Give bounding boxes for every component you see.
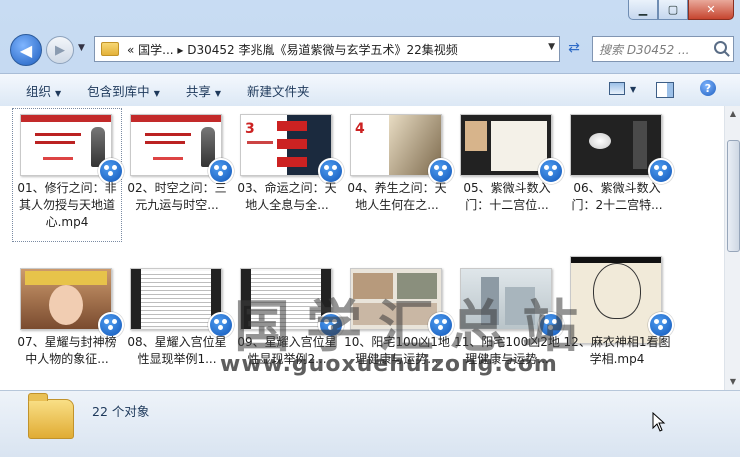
back-arrow-icon: ◀ — [19, 40, 33, 60]
watermark-url: www.guoxuehuizong.com — [220, 352, 558, 377]
file-item[interactable]: 3 03、命运之问：天地人全息与全... — [232, 108, 344, 242]
refresh-button[interactable]: ⇄ — [562, 36, 586, 60]
file-item[interactable]: 07、星耀与封神榜中人物的象征... — [12, 262, 124, 390]
organize-label: 组织 — [26, 83, 52, 99]
change-view-icon[interactable] — [609, 82, 625, 95]
file-name: 02、时空之问：三元九运与时空... — [127, 181, 227, 212]
folder-icon — [28, 393, 74, 439]
search-box[interactable]: 搜索 D30452 ... — [592, 36, 734, 62]
include-library-menu[interactable]: 包含到库中 ▼ — [87, 81, 160, 100]
command-bar: 组织 ▼ 包含到库中 ▼ 共享 ▼ 新建文件夹 ▼ ? — [0, 73, 740, 107]
chevron-down-icon: ▼ — [214, 88, 222, 98]
search-input[interactable]: 搜索 D30452 ... — [599, 41, 705, 58]
file-name: 07、星耀与封神榜中人物的象征... — [17, 335, 117, 366]
preview-pane-icon[interactable] — [656, 82, 674, 98]
minimize-button[interactable]: ▁ — [628, 0, 658, 20]
address-dropdown-icon[interactable]: ▼ — [548, 42, 555, 52]
caption-buttons: ▁ ▢ ✕ — [628, 0, 734, 20]
chevron-down-icon: ▼ — [153, 88, 160, 98]
file-item[interactable]: 4 04、养生之问：天地人生何在之... — [342, 108, 454, 242]
file-list: 01、修行之问：非其人勿授与天地道心.mp4 02、时空之问：三元九运与时空...… — [0, 106, 724, 390]
view-dropdown-icon[interactable]: ▼ — [630, 85, 636, 94]
maximize-button[interactable]: ▢ — [658, 0, 688, 20]
include-library-label: 包含到库中 — [87, 83, 150, 99]
forward-button[interactable]: ▶ — [46, 36, 74, 64]
folder-icon — [101, 42, 119, 56]
mouse-cursor-icon — [652, 412, 666, 432]
file-name: 03、命运之问：天地人全息与全... — [237, 181, 337, 212]
details-pane: 22 个对象 — [0, 390, 740, 457]
scroll-up-icon[interactable]: ▲ — [727, 108, 739, 120]
forward-arrow-icon: ▶ — [55, 42, 65, 58]
navigation-row: ◀ ▶ ▼ « 国学... ▸ D30452 李兆胤《易道紫微与玄学五术》22集… — [0, 32, 740, 66]
file-name: 01、修行之问：非其人勿授与天地道心.mp4 — [17, 181, 117, 229]
explorer-window: ▁ ▢ ✕ ◀ ▶ ▼ « 国学... ▸ D30452 李兆胤《易道紫微与玄学… — [0, 0, 740, 457]
file-item[interactable]: 08、星耀入宫位星性显现举例1... — [122, 262, 234, 390]
organize-menu[interactable]: 组织 ▼ — [26, 81, 61, 100]
close-button[interactable]: ✕ — [688, 0, 734, 20]
vertical-scrollbar[interactable]: ▲ ▼ — [724, 106, 740, 390]
help-icon[interactable]: ? — [700, 80, 716, 96]
scrollbar-thumb[interactable] — [727, 140, 740, 252]
file-name: 05、紫微斗数入门：十二宫位... — [463, 181, 551, 212]
item-count: 22 个对象 — [92, 404, 150, 419]
search-icon[interactable] — [714, 41, 727, 54]
back-button[interactable]: ◀ — [10, 34, 42, 66]
file-item[interactable]: 06、紫微斗数入门：2十二宫特... — [562, 108, 674, 242]
share-menu[interactable]: 共享 ▼ — [186, 81, 221, 100]
file-name: 08、星耀入宫位星性显现举例1... — [127, 335, 227, 366]
watermark-text: 国学汇总站 — [234, 295, 594, 360]
share-label: 共享 — [185, 83, 211, 99]
address-bar[interactable]: « 国学... ▸ D30452 李兆胤《易道紫微与玄学五术》22集视频 ▼ — [94, 36, 560, 62]
file-item[interactable]: 05、紫微斗数入门：十二宫位... — [452, 108, 564, 242]
file-name: 04、养生之问：天地人生何在之... — [347, 181, 447, 212]
file-item[interactable]: 02、时空之问：三元九运与时空... — [122, 108, 234, 242]
new-folder-button[interactable]: 新建文件夹 — [247, 81, 310, 100]
file-name: 06、紫微斗数入门：2十二宫特... — [571, 181, 663, 212]
chevron-down-icon: ▼ — [55, 88, 62, 98]
scroll-down-icon[interactable]: ▼ — [727, 376, 739, 388]
breadcrumb[interactable]: « 国学... ▸ D30452 李兆胤《易道紫微与玄学五术》22集视频 — [127, 41, 458, 58]
recent-pages-dropdown[interactable]: ▼ — [78, 43, 85, 53]
file-item[interactable]: 01、修行之问：非其人勿授与天地道心.mp4 — [12, 108, 124, 242]
refresh-icon: ⇄ — [568, 40, 580, 56]
